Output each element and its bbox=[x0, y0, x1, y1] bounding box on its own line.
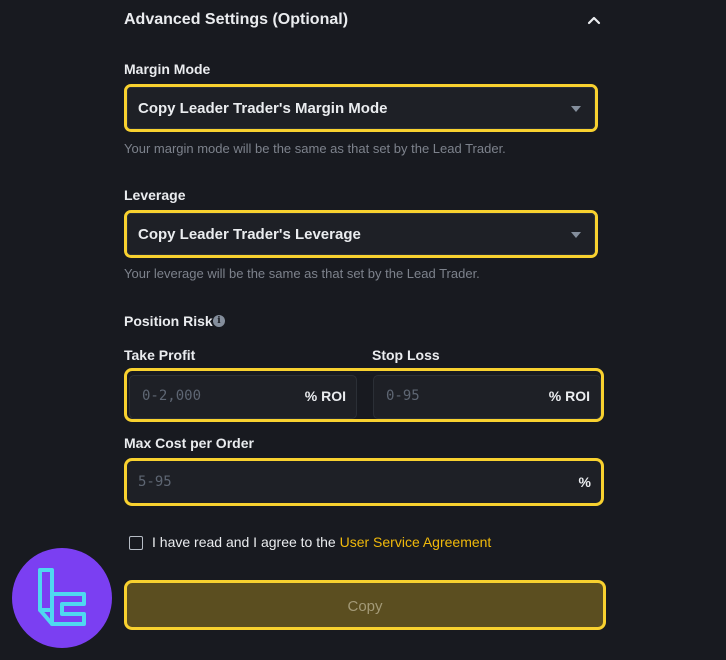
logo-mark-icon bbox=[38, 568, 86, 626]
section-title: Advanced Settings (Optional) bbox=[124, 11, 349, 28]
margin-mode-label: Margin Mode bbox=[124, 61, 211, 77]
max-cost-input[interactable]: 5-95 % bbox=[124, 458, 604, 506]
page: Advanced Settings (Optional) Margin Mode… bbox=[0, 0, 726, 660]
copy-button-label: Copy bbox=[347, 598, 383, 615]
max-cost-suffix: % bbox=[578, 474, 591, 490]
take-profit-label: Take Profit bbox=[124, 347, 196, 363]
take-profit-placeholder: 0-2,000 bbox=[142, 388, 202, 404]
margin-mode-value: Copy Leader Trader's Margin Mode bbox=[138, 100, 388, 117]
tp-sl-highlight: 0-2,000 % ROI 0-95 % ROI bbox=[124, 368, 604, 422]
take-profit-suffix: % ROI bbox=[304, 388, 346, 404]
leverage-label: Leverage bbox=[124, 187, 186, 203]
copy-button[interactable]: Copy bbox=[124, 580, 606, 630]
info-icon[interactable]: i bbox=[213, 315, 225, 327]
stop-loss-label: Stop Loss bbox=[372, 347, 440, 363]
leverage-helper: Your leverage will be the same as that s… bbox=[124, 266, 480, 281]
stop-loss-suffix: % ROI bbox=[548, 388, 590, 404]
margin-mode-select[interactable]: Copy Leader Trader's Margin Mode bbox=[124, 84, 598, 132]
watermark-logo bbox=[12, 548, 112, 648]
agreement-text: I have read and I agree to the User Serv… bbox=[152, 534, 491, 550]
caret-down-icon bbox=[571, 232, 581, 238]
stop-loss-placeholder: 0-95 bbox=[386, 388, 420, 404]
max-cost-placeholder: 5-95 bbox=[138, 474, 172, 490]
leverage-select[interactable]: Copy Leader Trader's Leverage bbox=[124, 210, 598, 258]
margin-mode-helper: Your margin mode will be the same as tha… bbox=[124, 141, 506, 156]
stop-loss-input[interactable]: 0-95 % ROI bbox=[373, 375, 601, 419]
chevron-up-icon[interactable] bbox=[586, 12, 602, 28]
user-service-agreement-link[interactable]: User Service Agreement bbox=[340, 534, 492, 550]
agreement-label: I have read and I agree to the bbox=[152, 534, 336, 550]
advanced-settings-header[interactable]: Advanced Settings (Optional) bbox=[124, 8, 604, 34]
leverage-value: Copy Leader Trader's Leverage bbox=[138, 226, 361, 243]
take-profit-input[interactable]: 0-2,000 % ROI bbox=[129, 375, 357, 419]
caret-down-icon bbox=[571, 106, 581, 112]
max-cost-label: Max Cost per Order bbox=[124, 435, 254, 451]
agreement-checkbox[interactable] bbox=[129, 536, 143, 550]
position-risk-label: Position Risk bbox=[124, 313, 213, 329]
